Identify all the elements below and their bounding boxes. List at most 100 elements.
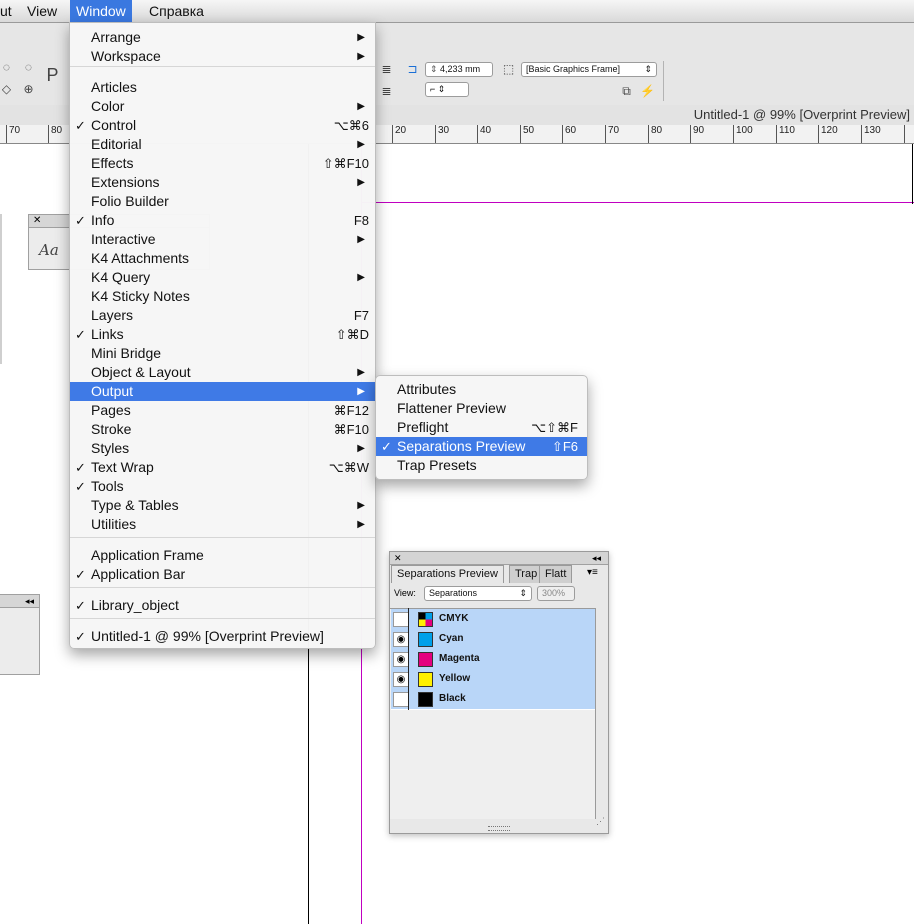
output-submenu: Attributes Flattener Preview Preflight ⌥⇧⌘F… bbox=[375, 375, 588, 480]
ruler-label: 90 bbox=[693, 125, 705, 136]
ruler-tick bbox=[904, 125, 905, 143]
tab-separations-preview[interactable]: Separations Preview bbox=[391, 565, 504, 583]
shear-icon[interactable]: ◌ bbox=[22, 61, 35, 74]
menu-item-info[interactable]: ✓ Info F8 bbox=[70, 211, 375, 230]
distribute-icon[interactable]: ≣ bbox=[380, 85, 393, 98]
menu-item-mini-bridge[interactable]: Mini Bridge bbox=[70, 344, 375, 363]
menu-item-arrange[interactable]: Arrange ▶ bbox=[70, 28, 375, 47]
flip-icon[interactable]: ◇ bbox=[0, 83, 13, 96]
separation-row-cmyk[interactable]: CMYK bbox=[391, 609, 595, 630]
menu-item-application-frame[interactable]: Application Frame bbox=[70, 546, 375, 565]
menu-item-workspace[interactable]: Workspace ▶ bbox=[70, 47, 375, 66]
menu-item-extensions[interactable]: Extensions ▶ bbox=[70, 173, 375, 192]
submenu-item-preflight[interactable]: Preflight ⌥⇧⌘F bbox=[376, 418, 587, 437]
checkmark-icon: ✓ bbox=[75, 479, 86, 494]
rotate-icon[interactable]: ◌ bbox=[0, 61, 13, 74]
submenu-item-attributes[interactable]: Attributes bbox=[376, 380, 587, 399]
menu-item-label: Stroke bbox=[91, 421, 132, 437]
menu-item-label: Links bbox=[91, 326, 124, 342]
stroke-weight-field[interactable]: ⇕ 4,233 mm bbox=[425, 62, 493, 77]
menu-item-color[interactable]: Color ▶ bbox=[70, 97, 375, 116]
submenu-arrow-icon: ▶ bbox=[357, 139, 365, 150]
submenu-item-trap-presets[interactable]: Trap Presets bbox=[376, 456, 587, 475]
separations-preview-panel: ✕ ◂◂ Separations Preview Trap Flatt ▾≡ V… bbox=[389, 551, 609, 834]
menu-separator bbox=[70, 66, 375, 67]
ruler-label: 40 bbox=[480, 125, 492, 136]
menu-view[interactable]: View bbox=[21, 0, 63, 22]
separation-row-black[interactable]: Black bbox=[391, 689, 595, 710]
menu-item-untitled-1-99-overprint-preview[interactable]: ✓ Untitled-1 @ 99% [Overprint Preview] bbox=[70, 627, 375, 646]
menu-item-k4-query[interactable]: K4 Query ▶ bbox=[70, 268, 375, 287]
menu-item-text-wrap[interactable]: ✓ Text Wrap ⌥⌘W bbox=[70, 458, 375, 477]
menu-item-interactive[interactable]: Interactive ▶ bbox=[70, 230, 375, 249]
close-icon[interactable]: ✕ bbox=[33, 215, 41, 227]
menu-item-stroke[interactable]: Stroke ⌘F10 bbox=[70, 420, 375, 439]
menu-item-label: Tools bbox=[91, 478, 124, 494]
separation-row-cyan[interactable]: ◉ Cyan bbox=[391, 629, 595, 650]
style-clear-icon[interactable]: ⧉ bbox=[620, 85, 633, 98]
menu-item-object-layout[interactable]: Object & Layout ▶ bbox=[70, 363, 375, 382]
font-preview-icon: Aa bbox=[39, 241, 59, 259]
panel-menu-icon[interactable]: ▾≡ bbox=[587, 567, 598, 578]
corner-style-select[interactable]: ⌐ ⇕ bbox=[425, 82, 469, 97]
menu-file-partial[interactable]: ut bbox=[0, 0, 18, 22]
checkmark-icon: ✓ bbox=[75, 598, 86, 613]
ruler-label: 30 bbox=[438, 125, 450, 136]
menu-item-label: Flattener Preview bbox=[397, 400, 506, 416]
tab-flattener[interactable]: Flatt bbox=[539, 565, 573, 583]
eye-icon[interactable] bbox=[393, 612, 409, 627]
collapse-icon[interactable]: ◂◂ bbox=[25, 595, 34, 607]
separation-row-yellow[interactable]: ◉ Yellow bbox=[391, 669, 595, 690]
resize-grip-icon[interactable] bbox=[488, 826, 510, 831]
object-style-select[interactable]: [Basic Graphics Frame] ⇕ bbox=[521, 62, 657, 77]
ruler-label: 70 bbox=[608, 125, 620, 136]
menu-window[interactable]: Window bbox=[70, 0, 132, 22]
menu-item-layers[interactable]: Layers F7 bbox=[70, 306, 375, 325]
menu-item-type-tables[interactable]: Type & Tables ▶ bbox=[70, 496, 375, 515]
resize-corner-icon[interactable]: ⋰ bbox=[596, 816, 605, 827]
menu-item-application-bar[interactable]: ✓ Application Bar bbox=[70, 565, 375, 584]
collapse-icon[interactable]: ◂◂ bbox=[592, 552, 601, 564]
eye-icon[interactable]: ◉ bbox=[393, 632, 409, 647]
menu-item-output[interactable]: Output ▶ bbox=[70, 382, 375, 401]
menu-item-tools[interactable]: ✓ Tools bbox=[70, 477, 375, 496]
frame-icon: ⬚ bbox=[502, 62, 515, 76]
checkmark-icon: ✓ bbox=[381, 439, 392, 454]
submenu-item-flattener-preview[interactable]: Flattener Preview bbox=[376, 399, 587, 418]
menu-item-links[interactable]: ✓ Links ⇧⌘D bbox=[70, 325, 375, 344]
menu-item-utilities[interactable]: Utilities ▶ bbox=[70, 515, 375, 534]
eye-icon[interactable] bbox=[393, 692, 409, 707]
separation-row-magenta[interactable]: ◉ Magenta bbox=[391, 649, 595, 670]
eye-icon[interactable]: ◉ bbox=[393, 652, 409, 667]
menu-item-editorial[interactable]: Editorial ▶ bbox=[70, 135, 375, 154]
menu-item-styles[interactable]: Styles ▶ bbox=[70, 439, 375, 458]
zoom-field[interactable]: 300% bbox=[537, 586, 575, 601]
close-icon[interactable]: ✕ bbox=[394, 552, 402, 564]
menu-item-label: Application Frame bbox=[91, 547, 204, 563]
menu-help[interactable]: Справка bbox=[143, 0, 210, 22]
menu-item-pages[interactable]: Pages ⌘F12 bbox=[70, 401, 375, 420]
menu-item-label: Output bbox=[91, 383, 134, 399]
ruler-label: 50 bbox=[523, 125, 535, 136]
type-icon[interactable]: P bbox=[46, 66, 59, 84]
submenu-item-separations-preview[interactable]: ✓ Separations Preview ⇧F6 bbox=[376, 437, 587, 456]
menu-item-folio-builder[interactable]: Folio Builder bbox=[70, 192, 375, 211]
style-new-icon[interactable]: ⚡ bbox=[640, 85, 655, 98]
menu-item-articles[interactable]: Articles bbox=[70, 78, 375, 97]
menu-item-effects[interactable]: Effects ⇧⌘F10 bbox=[70, 154, 375, 173]
submenu-arrow-icon: ▶ bbox=[357, 367, 365, 378]
menu-item-label: Workspace bbox=[91, 48, 161, 64]
align-icon[interactable]: ≣ bbox=[380, 63, 393, 76]
menu-item-label: Text Wrap bbox=[91, 459, 154, 475]
eye-icon[interactable]: ◉ bbox=[393, 672, 409, 687]
menu-item-k4-attachments[interactable]: K4 Attachments bbox=[70, 249, 375, 268]
menu-item-label: K4 Attachments bbox=[91, 250, 190, 266]
menu-item-control[interactable]: ✓ Control ⌥⌘6 bbox=[70, 116, 375, 135]
checkmark-icon: ✓ bbox=[75, 118, 86, 133]
view-select[interactable]: Separations ⇕ bbox=[424, 586, 532, 601]
menu-item-k4-sticky-notes[interactable]: K4 Sticky Notes bbox=[70, 287, 375, 306]
menu-item-library-object[interactable]: ✓ Library_object bbox=[70, 596, 375, 615]
separation-name: CMYK bbox=[439, 613, 469, 624]
menu-item-label: K4 Query bbox=[91, 269, 151, 285]
select-icon[interactable]: ⊕ bbox=[22, 83, 35, 96]
